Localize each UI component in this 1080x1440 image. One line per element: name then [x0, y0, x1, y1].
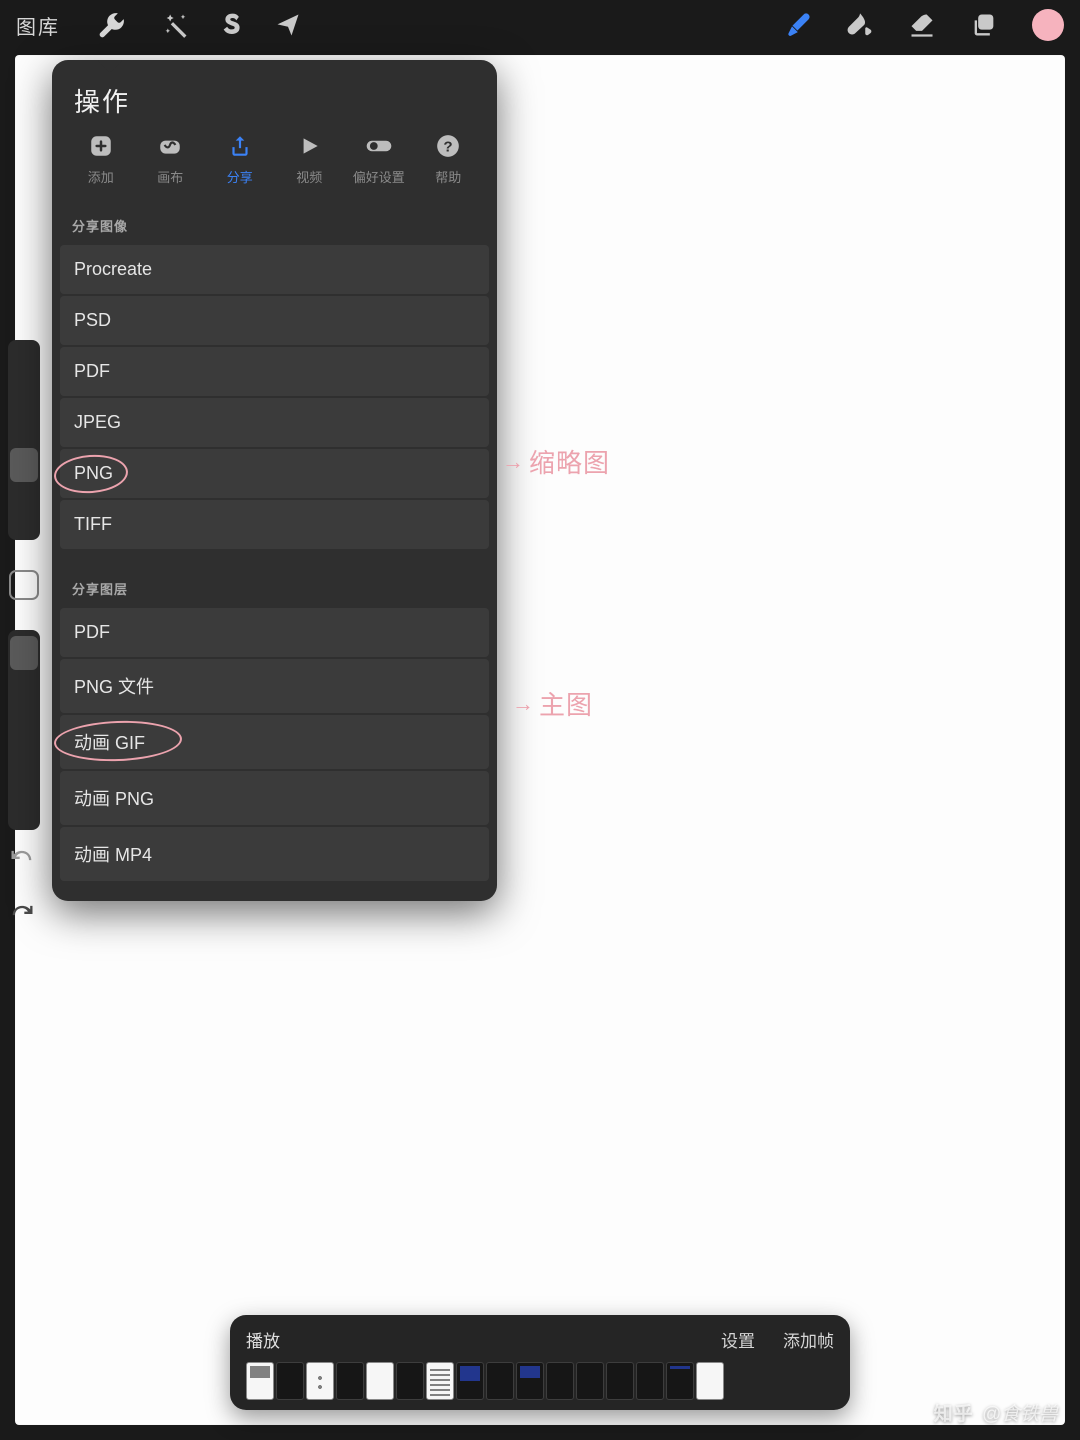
share-item-pdf[interactable]: PDF	[60, 347, 489, 396]
toggle-icon	[364, 133, 394, 159]
section-share-image-header: 分享图像	[52, 198, 497, 245]
watermark-user: @食铁兽	[982, 1399, 1058, 1426]
brush-icon[interactable]	[784, 11, 812, 39]
tab-canvas[interactable]: 画布	[136, 133, 206, 186]
undo-redo-group	[8, 845, 36, 933]
undo-icon[interactable]	[8, 845, 36, 878]
actions-popover: 操作 添加 画布 分享 视频 偏好设置 ? 帮助 分享图像 Procreate …	[52, 60, 497, 901]
tab-label: 画布	[157, 167, 183, 186]
share-layer-list: PDF PNG 文件 动画 GIF 动画 PNG 动画 MP4	[52, 608, 497, 901]
help-icon: ?	[433, 133, 463, 159]
side-panel	[0, 340, 47, 830]
frames-strip[interactable]	[246, 1362, 834, 1400]
watermark: 知乎 @食铁兽	[934, 1399, 1058, 1426]
frame-thumb[interactable]	[306, 1362, 334, 1400]
frame-thumb[interactable]	[636, 1362, 664, 1400]
share-layer-item-apng[interactable]: 动画 PNG	[60, 771, 489, 825]
video-play-icon	[294, 133, 324, 159]
frame-thumb[interactable]	[426, 1362, 454, 1400]
annotation-png-note: → 缩略图	[502, 443, 610, 480]
opacity-thumb[interactable]	[10, 636, 38, 670]
tab-video[interactable]: 视频	[275, 133, 345, 186]
frame-thumb[interactable]	[456, 1362, 484, 1400]
list-item-label: PNG	[74, 463, 113, 483]
actions-wrench-icon[interactable]	[90, 3, 134, 47]
share-item-png[interactable]: PNG	[60, 449, 489, 498]
top-toolbar: 图库	[0, 0, 1080, 50]
share-image-list: Procreate PSD PDF JPEG PNG TIFF	[52, 245, 497, 561]
tab-label: 帮助	[435, 167, 461, 186]
frame-thumb[interactable]	[246, 1362, 274, 1400]
move-arrow-icon[interactable]	[274, 11, 302, 39]
frame-thumb[interactable]	[336, 1362, 364, 1400]
annotation-gif-note: → 主图	[512, 685, 593, 722]
share-item-procreate[interactable]: Procreate	[60, 245, 489, 294]
tab-share[interactable]: 分享	[205, 133, 275, 186]
tab-add[interactable]: 添加	[66, 133, 136, 186]
frame-thumb[interactable]	[576, 1362, 604, 1400]
annotation-text: 缩略图	[529, 443, 610, 480]
tab-label: 添加	[88, 167, 114, 186]
section-share-layer-header: 分享图层	[52, 561, 497, 608]
layers-icon[interactable]	[970, 11, 998, 39]
tab-prefs[interactable]: 偏好设置	[344, 133, 414, 186]
arrow-icon: →	[512, 691, 535, 717]
frame-thumb[interactable]	[546, 1362, 574, 1400]
annotation-text: 主图	[539, 685, 593, 722]
share-layer-item-pdf[interactable]: PDF	[60, 608, 489, 657]
animation-timeline: 播放 设置 添加帧	[230, 1315, 850, 1410]
share-layer-item-pngfiles[interactable]: PNG 文件	[60, 659, 489, 713]
frame-thumb-selected[interactable]	[696, 1362, 724, 1400]
modifier-square-button[interactable]	[9, 570, 39, 600]
right-tools-group	[784, 9, 1064, 41]
eraser-icon[interactable]	[908, 11, 936, 39]
frame-thumb[interactable]	[366, 1362, 394, 1400]
tab-help[interactable]: ? 帮助	[414, 133, 484, 186]
frame-thumb[interactable]	[396, 1362, 424, 1400]
popover-tabs: 添加 画布 分享 视频 偏好设置 ? 帮助	[52, 133, 497, 198]
left-tools-group	[90, 3, 302, 47]
magic-wand-icon[interactable]	[162, 11, 190, 39]
list-item-label: 动画 GIF	[74, 733, 145, 753]
frame-thumb[interactable]	[666, 1362, 694, 1400]
add-icon	[86, 133, 116, 159]
frame-thumb[interactable]	[276, 1362, 304, 1400]
share-layer-item-mp4[interactable]: 动画 MP4	[60, 827, 489, 881]
smudge-icon[interactable]	[846, 11, 874, 39]
canvas-icon	[155, 133, 185, 159]
brush-size-thumb[interactable]	[10, 448, 38, 482]
watermark-brand: 知乎	[934, 1399, 974, 1426]
frame-thumb[interactable]	[486, 1362, 514, 1400]
gallery-button[interactable]: 图库	[16, 11, 60, 40]
color-picker-dot[interactable]	[1032, 9, 1064, 41]
share-layer-item-gif[interactable]: 动画 GIF	[60, 715, 489, 769]
arrow-icon: →	[502, 449, 525, 475]
tab-label: 视频	[296, 167, 322, 186]
popover-title: 操作	[52, 60, 497, 133]
frame-thumb[interactable]	[516, 1362, 544, 1400]
redo-icon[interactable]	[8, 900, 36, 933]
share-item-jpeg[interactable]: JPEG	[60, 398, 489, 447]
play-button[interactable]: 播放	[246, 1327, 280, 1352]
timeline-settings-button[interactable]: 设置	[721, 1327, 755, 1352]
share-item-tiff[interactable]: TIFF	[60, 500, 489, 549]
svg-text:?: ?	[444, 138, 453, 155]
share-icon	[225, 133, 255, 159]
tab-label: 分享	[227, 167, 253, 186]
opacity-slider[interactable]	[8, 630, 40, 830]
add-frame-button[interactable]: 添加帧	[783, 1327, 834, 1352]
selection-s-icon[interactable]	[218, 11, 246, 39]
frame-thumb[interactable]	[606, 1362, 634, 1400]
brush-size-slider[interactable]	[8, 340, 40, 540]
tab-label: 偏好设置	[353, 167, 405, 186]
share-item-psd[interactable]: PSD	[60, 296, 489, 345]
